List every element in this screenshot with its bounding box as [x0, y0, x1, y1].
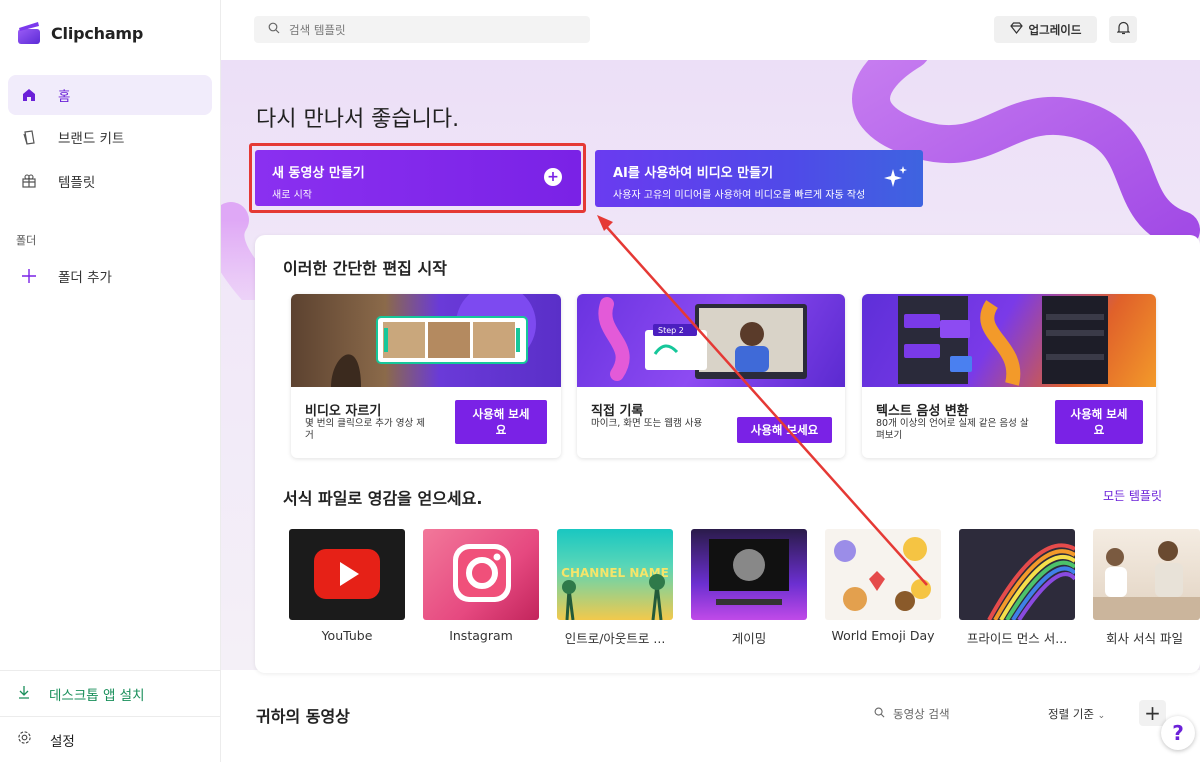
install-desktop-app-button[interactable]: 데스크톱 앱 설치: [0, 670, 220, 716]
desc-line: 마이크, 화면 또는 웹캠 사용: [591, 418, 703, 429]
add-folder-label: 폴더 추가: [58, 270, 112, 286]
brand-kit-icon: [20, 128, 38, 146]
help-button[interactable]: ?: [1161, 716, 1195, 750]
templates-section-title: 서식 파일로 영감을 얻으세요.: [283, 489, 483, 508]
record-yourself-card[interactable]: Step 2 직접 기록 마이크, 화면 또는 웹캠 사용 사용해 보세요: [577, 294, 845, 458]
template-label: 게이밍: [731, 631, 767, 646]
template-label: 프라이드 먼스 서...: [966, 631, 1068, 646]
top-bar: 검색 템플릿 업그레이드: [221, 0, 1200, 60]
template-search-input[interactable]: 검색 템플릿: [254, 16, 590, 43]
notifications-button[interactable]: [1109, 16, 1137, 43]
try-trim-video-button[interactable]: 사용해 보세 요: [455, 400, 547, 444]
question-mark-icon: ?: [1172, 721, 1184, 745]
quick-edit-title: 이러한 간단한 편집 시작: [283, 259, 447, 278]
template-label: 인트로/아웃트로 ...: [564, 631, 666, 646]
button-line: 사용해 보세: [1070, 407, 1128, 421]
sidebar-item-templates[interactable]: 템플릿: [8, 161, 212, 201]
instagram-icon: [453, 544, 511, 602]
step-label: Step 2: [658, 326, 684, 335]
template-label: World Emoji Day: [831, 628, 935, 643]
record-yourself-image: Step 2: [577, 294, 845, 387]
desc-line: 펴보기: [876, 430, 903, 441]
text-to-speech-description: 80개 이상의 언어로 실제 같은 음성 살 펴보기: [876, 418, 1029, 442]
try-text-to-speech-button[interactable]: 사용해 보세 요: [1055, 400, 1143, 444]
desc-line: 거: [305, 430, 314, 441]
chevron-down-icon: ⌄: [1097, 711, 1106, 721]
search-icon: [268, 22, 280, 37]
welcome-title: 다시 만나서 좋습니다.: [256, 107, 460, 132]
create-with-ai-button[interactable]: AI를 사용하여 비디오 만들기 사용자 고유의 미디어를 사용하여 비디오를 …: [595, 150, 923, 207]
button-line: 요: [1093, 423, 1105, 437]
sort-dropdown[interactable]: 정렬 기준 ⌄: [1048, 706, 1105, 722]
text-to-speech-title: 텍스트 음성 변환: [876, 404, 969, 419]
settings-label: 설정: [50, 733, 75, 750]
diamond-icon: [1009, 22, 1023, 37]
clipchamp-logo-icon: [16, 20, 42, 46]
template-label: YouTube: [321, 628, 373, 643]
sidebar-item-home[interactable]: 홈: [8, 75, 212, 115]
template-label: 회사 서식 파일: [1106, 631, 1183, 646]
template-thumb-gaming[interactable]: [691, 529, 807, 620]
bell-icon: [1116, 20, 1130, 39]
desc-line: 80개 이상의 언어로 실제 같은 음성 살: [876, 418, 1029, 429]
template-thumb-emoji-day[interactable]: [825, 529, 941, 620]
desc-line: 몇 번의 클릭으로 추가 영상 제: [305, 418, 425, 429]
trim-video-description: 몇 번의 클릭으로 추가 영상 제 거: [305, 418, 425, 442]
plus-icon: +: [1144, 701, 1161, 725]
search-placeholder: 검색 템플릿: [289, 22, 346, 37]
youtube-icon: [314, 549, 380, 599]
template-thumb-business[interactable]: [1093, 529, 1200, 620]
record-yourself-title: 직접 기록: [591, 404, 644, 419]
sidebar-item-label: 템플릿: [58, 175, 96, 191]
plus-icon: [20, 267, 38, 285]
start-editing-panel: 이러한 간단한 편집 시작 비디오 자르기 몇 번의 클릭으로 추가 영상 제 …: [255, 235, 1200, 673]
video-search-input[interactable]: 동영상 검색: [874, 706, 950, 722]
template-thumb-pride-month[interactable]: [959, 529, 1075, 620]
templates-icon: [20, 172, 38, 190]
highlight-annotation-box: [249, 143, 586, 213]
your-videos-title: 귀하의 동영상: [256, 707, 350, 726]
search-icon: [874, 707, 885, 721]
add-video-button[interactable]: +: [1139, 700, 1166, 726]
all-templates-link[interactable]: 모든 템플릿: [1103, 487, 1162, 504]
template-label: Instagram: [449, 628, 513, 643]
upgrade-label: 업그레이드: [1028, 22, 1082, 37]
trim-video-card[interactable]: 비디오 자르기 몇 번의 클릭으로 추가 영상 제 거 사용해 보세 요: [291, 294, 561, 458]
trim-video-title: 비디오 자르기: [305, 404, 382, 419]
text-to-speech-card[interactable]: 텍스트 음성 변환 80개 이상의 언어로 실제 같은 음성 살 펴보기 사용해…: [862, 294, 1156, 458]
try-record-yourself-button[interactable]: 사용해 보세요: [737, 417, 832, 443]
sidebar: Clipchamp 홈 브랜드 키트 템플릿 폴더 폴더 추가 데스크톱 앱 설…: [0, 0, 221, 762]
upgrade-button[interactable]: 업그레이드: [994, 16, 1097, 43]
template-thumb-intro-outro[interactable]: CHANNEL NAME: [557, 529, 673, 620]
download-icon: [17, 685, 31, 703]
home-icon: [20, 86, 38, 104]
clipchamp-logo[interactable]: Clipchamp: [16, 20, 143, 46]
app-name: Clipchamp: [51, 23, 144, 43]
folders-section-label: 폴더: [16, 234, 37, 247]
record-yourself-description: 마이크, 화면 또는 웹캠 사용: [591, 418, 702, 430]
gear-icon: [17, 730, 32, 749]
add-folder-button[interactable]: 폴더 추가: [8, 256, 212, 296]
settings-button[interactable]: 설정: [0, 716, 220, 762]
trim-video-image: [291, 294, 561, 387]
install-desktop-label: 데스크톱 앱 설치: [49, 687, 145, 704]
ai-video-title: AI를 사용하여 비디오 만들기: [613, 166, 774, 181]
sidebar-item-label: 브랜드 키트: [58, 131, 125, 147]
text-to-speech-image: [862, 294, 1156, 387]
template-thumb-youtube[interactable]: [289, 529, 405, 620]
video-search-placeholder: 동영상 검색: [893, 707, 950, 721]
template-thumb-instagram[interactable]: [423, 529, 539, 620]
sidebar-item-brand-kit[interactable]: 브랜드 키트: [8, 117, 212, 157]
button-line: 사용해 보세: [472, 407, 530, 421]
ai-video-subtitle: 사용자 고유의 미디어를 사용하여 비디오를 빠르게 자동 작성: [613, 190, 866, 201]
sort-label: 정렬 기준: [1048, 707, 1094, 721]
button-line: 요: [495, 423, 507, 437]
sidebar-item-label: 홈: [58, 89, 71, 105]
sparkle-icon: [883, 164, 909, 194]
